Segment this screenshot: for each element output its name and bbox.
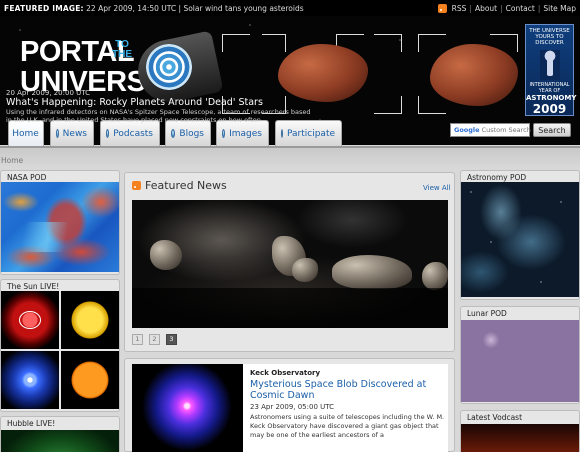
contact-link[interactable]: Contact: [506, 4, 535, 13]
pager-button[interactable]: 2: [149, 334, 160, 345]
featured-image-strip[interactable]: FEATURED IMAGE: 22 Apr 2009, 14:50 UTC |…: [4, 4, 304, 13]
tab-podcasts-label: Podcasts: [113, 128, 153, 139]
rock-shape: [150, 240, 182, 270]
frame-bracket: [418, 96, 446, 114]
logo-text-to-the: TO THE: [112, 39, 132, 60]
iya-year: 2009: [532, 102, 567, 116]
frame-bracket: [222, 34, 250, 52]
sun-image[interactable]: [1, 291, 59, 349]
featured-news-title: Featured News: [145, 179, 227, 192]
sun-image[interactable]: [61, 351, 119, 409]
site-map-link[interactable]: Site Map: [543, 4, 576, 13]
sun-image[interactable]: [1, 351, 59, 409]
featured-news-heading: Featured News: [132, 179, 227, 192]
google-logo: Google: [454, 126, 480, 134]
tab-news-label: News: [62, 128, 87, 139]
globe-icon: [56, 129, 59, 138]
tab-participate-label: Participate: [287, 128, 336, 139]
iya-figure-icon: [539, 50, 560, 80]
slide-title[interactable]: What's Happening: Rocky Planets Around '…: [6, 97, 263, 108]
globe-icon: [281, 129, 283, 138]
tab-home-label: Home: [12, 128, 39, 139]
separator: |: [469, 3, 472, 13]
galaxy-spiral-icon: [146, 44, 192, 90]
latest-vodcast-title[interactable]: Latest Vodcast: [467, 413, 522, 422]
frame-bracket: [374, 96, 402, 114]
asteroid-image: [430, 44, 518, 106]
tab-blogs-label: Blogs: [179, 128, 204, 139]
nasa-pod-title[interactable]: NASA POD: [7, 173, 46, 182]
sun-live-images[interactable]: [1, 291, 119, 409]
rss-link[interactable]: RSS: [452, 4, 467, 13]
featured-image-text[interactable]: 22 Apr 2009, 14:50 UTC | Solar wind tans…: [86, 4, 304, 13]
asteroid-image: [278, 44, 368, 102]
slide-date: 20 Apr 2009, 20:00 UTC: [6, 89, 91, 97]
about-link[interactable]: About: [475, 4, 497, 13]
frame-bracket: [374, 34, 402, 52]
iya-label: INTERNATIONAL YEAR OF: [529, 82, 570, 94]
space-blob-image[interactable]: [132, 364, 243, 452]
astronomy-pod-title[interactable]: Astronomy POD: [467, 173, 526, 182]
iya-2009-badge[interactable]: THE UNIVERSE YOURS TO DISCOVER INTERNATI…: [525, 24, 576, 116]
top-links: RSS | About | Contact | Site Map: [437, 3, 576, 13]
globe-icon: [222, 129, 226, 138]
lunar-pod-image[interactable]: [461, 320, 579, 402]
separator: |: [500, 3, 503, 13]
nasa-pod-image[interactable]: [1, 182, 119, 272]
search-box: Google: [450, 123, 534, 137]
news-source: Keck Observatory: [250, 369, 321, 377]
iya-tagline: THE UNIVERSE YOURS TO DISCOVER: [529, 28, 570, 46]
news-date: 23 Apr 2009, 05:00 UTC: [250, 403, 335, 411]
lunar-pod-title[interactable]: Lunar POD: [467, 309, 507, 318]
top-bar: FEATURED IMAGE: 22 Apr 2009, 14:50 UTC |…: [0, 0, 580, 16]
featured-slide[interactable]: [132, 200, 448, 328]
search-button[interactable]: Search: [533, 123, 571, 137]
hubble-live-title[interactable]: Hubble LIVE!: [7, 419, 55, 428]
pager-button-active[interactable]: 3: [166, 334, 177, 345]
rock-shape: [332, 255, 412, 289]
latest-vodcast-image[interactable]: [461, 424, 579, 452]
breadcrumb[interactable]: Home: [1, 156, 23, 165]
sun-live-title[interactable]: The Sun LIVE!: [7, 282, 59, 291]
featured-image-label: FEATURED IMAGE:: [4, 3, 84, 13]
tab-images-label: Images: [229, 128, 262, 139]
hubble-live-image[interactable]: [1, 430, 119, 452]
rss-icon[interactable]: [132, 181, 141, 190]
separator: |: [537, 3, 541, 13]
frame-bracket: [418, 34, 446, 52]
breadcrumb-bar: Home: [0, 146, 580, 168]
slide-caption-overlay: [132, 288, 448, 328]
page: FEATURED IMAGE: 22 Apr 2009, 14:50 UTC |…: [0, 0, 580, 452]
pager-button[interactable]: 1: [132, 334, 143, 345]
rock-shape: [292, 258, 318, 282]
frame-bracket: [262, 34, 286, 52]
news-description: Astronomers using a suite of telescopes …: [250, 413, 445, 439]
news-title[interactable]: Mysterious Space Blob Discovered at Cosm…: [250, 379, 440, 401]
slide-description: Using the infrared detectors on NASA's S…: [6, 108, 311, 124]
astronomy-pod-image[interactable]: [461, 182, 579, 297]
globe-icon: [171, 129, 176, 138]
view-all-link[interactable]: View All: [423, 184, 451, 192]
globe-icon: [106, 129, 110, 138]
search-input[interactable]: [481, 126, 534, 134]
rock-shape: [422, 262, 448, 290]
sun-image[interactable]: [61, 291, 119, 349]
rss-icon[interactable]: [437, 3, 447, 13]
